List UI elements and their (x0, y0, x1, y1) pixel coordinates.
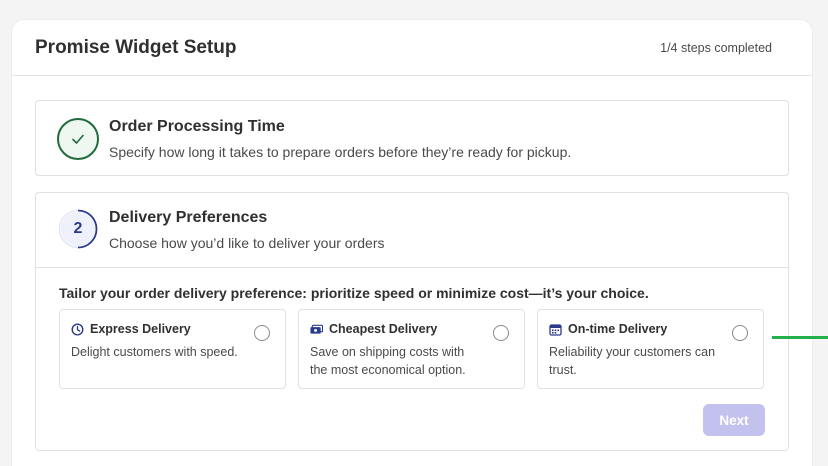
connector-line (772, 336, 828, 339)
delivery-options: Express Delivery Delight customers with … (59, 309, 764, 389)
option-title: On-time Delivery (568, 322, 668, 336)
step-title: Delivery Preferences (109, 209, 268, 226)
card-header: Promise Widget Setup 1/4 steps completed (12, 20, 812, 76)
calendar-icon (549, 323, 562, 336)
delivery-prompt: Tailor your order delivery preference: p… (59, 285, 649, 301)
express-delivery-radio[interactable] (254, 325, 270, 341)
option-title: Cheapest Delivery (329, 322, 438, 336)
check-icon (57, 118, 99, 160)
option-description: Delight customers with speed. (71, 345, 238, 359)
step-header[interactable]: Order Processing Time Specify how long i… (36, 101, 788, 175)
option-on-time-delivery[interactable]: On-time Delivery Reliability your custom… (537, 309, 764, 389)
option-cheapest-delivery[interactable]: Cheapest Delivery Save on shipping costs… (298, 309, 525, 389)
page-title: Promise Widget Setup (35, 36, 237, 58)
option-description: Save on shipping costs with the most eco… (310, 345, 466, 377)
cash-icon (310, 323, 323, 336)
option-express-delivery[interactable]: Express Delivery Delight customers with … (59, 309, 286, 389)
setup-card: Promise Widget Setup 1/4 steps completed… (12, 20, 812, 466)
step-delivery-preferences: 2 Delivery Preferences Choose how you’d … (35, 192, 789, 451)
clock-icon (71, 322, 84, 336)
step-number: 2 (73, 220, 83, 237)
on-time-delivery-radio[interactable] (732, 325, 748, 341)
step-number-badge: 2 (58, 209, 98, 249)
option-description: Reliability your customers can trust. (549, 345, 716, 377)
step-order-processing-time[interactable]: Order Processing Time Specify how long i… (35, 100, 789, 176)
step-header[interactable]: 2 Delivery Preferences Choose how you’d … (36, 193, 788, 267)
step-divider (36, 267, 788, 268)
step-description: Choose how you’d like to deliver your or… (109, 235, 385, 251)
step-description: Specify how long it takes to prepare ord… (109, 144, 572, 160)
step-title: Order Processing Time (109, 118, 285, 135)
cheapest-delivery-radio[interactable] (493, 325, 509, 341)
next-button[interactable]: Next (703, 404, 765, 436)
option-title: Express Delivery (90, 322, 191, 336)
steps-progress-text: 1/4 steps completed (660, 40, 772, 55)
